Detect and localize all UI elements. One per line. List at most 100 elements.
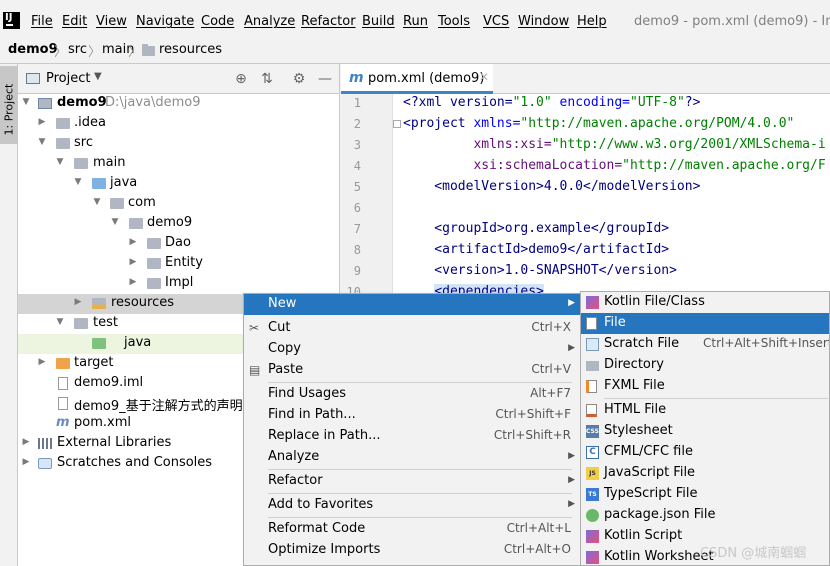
tree-label: com [128, 195, 156, 210]
chevron-right-icon[interactable]: ▶ [21, 437, 31, 447]
menu-item-paste[interactable]: ▤ Paste Ctrl+V [244, 360, 580, 381]
breadcrumb-item-src[interactable]: src [68, 42, 87, 57]
menu-build[interactable]: Build [362, 14, 395, 29]
chevron-down-icon[interactable]: ▼ [73, 177, 83, 187]
scissors-icon: ✂ [249, 321, 260, 335]
chevron-down-icon[interactable]: ▼ [37, 137, 47, 147]
menu-item-analyze[interactable]: Analyze ▶ [244, 447, 580, 468]
tree-row-impl[interactable]: ▶ Impl [18, 274, 339, 294]
submenu-item-javascript-file[interactable]: JS JavaScript File [581, 463, 829, 484]
chevron-down-icon[interactable]: ▼ [21, 97, 31, 107]
menu-refactor[interactable]: Refactor [301, 14, 356, 29]
kotlin-icon [586, 551, 599, 564]
chevron-right-icon[interactable]: ▶ [128, 257, 138, 267]
submenu-arrow-icon: ▶ [568, 475, 575, 485]
gear-icon[interactable]: ⚙ [290, 70, 308, 88]
tree-row-src[interactable]: ▼ src [18, 134, 339, 154]
close-icon[interactable]: ✕ [479, 70, 489, 84]
submenu-item-file[interactable]: File [581, 313, 829, 334]
tree-label: main [93, 155, 126, 170]
breadcrumb-item-demo9[interactable]: demo9 [8, 42, 58, 57]
menu-item-copy[interactable]: Copy ▶ [244, 339, 580, 360]
menu-item-find-usages[interactable]: Find Usages Alt+F7 [244, 384, 580, 405]
code-line-1[interactable]: <?xml version="1.0" encoding="UTF-8"?> [403, 95, 700, 110]
scratch-icon [38, 458, 52, 469]
tree-row-main[interactable]: ▼ main [18, 154, 339, 174]
tree-row-dao[interactable]: ▶ Dao [18, 234, 339, 254]
chevron-down-icon[interactable]: ▼ [92, 197, 102, 207]
chevron-down-icon[interactable]: ▼ [94, 71, 102, 82]
menu-edit[interactable]: Edit [62, 14, 87, 29]
submenu-item-package-json[interactable]: package.json File [581, 505, 829, 526]
menu-tools[interactable]: Tools [438, 14, 470, 29]
package-icon [129, 218, 143, 229]
menu-analyze[interactable]: Analyze [244, 14, 295, 29]
menu-item-reformat-code[interactable]: Reformat Code Ctrl+Alt+L [244, 519, 580, 540]
chevron-right-icon[interactable]: ▶ [21, 457, 31, 467]
menu-item-add-to-favorites[interactable]: Add to Favorites ▶ [244, 495, 580, 516]
menu-view[interactable]: View [96, 14, 127, 29]
hide-icon[interactable]: — [316, 70, 334, 88]
code-line-4[interactable]: xsi:schemaLocation="http://maven.apache.… [403, 158, 825, 173]
chevron-right-icon[interactable]: ▶ [128, 277, 138, 287]
scratch-file-icon [586, 338, 599, 351]
tree-row-demo9-package[interactable]: ▼ demo9 [18, 214, 339, 234]
collapse-all-icon[interactable]: ⇅ [258, 70, 276, 88]
submenu-item-fxml-file[interactable]: FXML File [581, 376, 829, 397]
resources-folder-icon [142, 44, 155, 56]
project-tool-tab[interactable]: 1: Project [0, 66, 18, 144]
submenu-item-html-file[interactable]: HTML File [581, 400, 829, 421]
menu-separator [268, 469, 572, 470]
breadcrumb-item-resources[interactable]: resources [159, 42, 222, 57]
submenu-arrow-icon: ▶ [568, 451, 575, 461]
code-line-8[interactable]: <artifactId>demo9</artifactId> [403, 242, 669, 257]
tree-row-java[interactable]: ▼ java [18, 174, 339, 194]
tree-row-com[interactable]: ▼ com [18, 194, 339, 214]
fold-icon[interactable] [393, 120, 401, 128]
chevron-right-icon[interactable]: ▶ [37, 357, 47, 367]
code-line-5[interactable]: <modelVersion>4.0.0</modelVersion> [403, 179, 700, 194]
menu-code[interactable]: Code [201, 14, 234, 29]
menu-item-replace-in-path[interactable]: Replace in Path... Ctrl+Shift+R [244, 426, 580, 447]
code-line-9[interactable]: <version>1.0-SNAPSHOT</version> [403, 263, 677, 278]
tree-row-entity[interactable]: ▶ Entity [18, 254, 339, 274]
tree-label: test [93, 315, 118, 330]
chevron-down-icon[interactable]: ▼ [55, 317, 65, 327]
code-line-2[interactable]: <project xmlns="http://maven.apache.org/… [403, 116, 794, 131]
tab-pom-xml[interactable]: m pom.xml (demo9) ✕ [341, 64, 493, 94]
menu-help[interactable]: Help [577, 14, 607, 29]
menu-vcs[interactable]: VCS [483, 14, 509, 29]
submenu-item-kotlin-file[interactable]: Kotlin File/Class [581, 292, 829, 313]
package-icon [110, 198, 124, 209]
menu-item-cut[interactable]: ✂ Cut Ctrl+X [244, 318, 580, 339]
resources-folder-icon [92, 298, 106, 309]
submenu-item-typescript-file[interactable]: TS TypeScript File [581, 484, 829, 505]
tree-row-idea[interactable]: ▶ .idea [18, 114, 339, 134]
menu-window[interactable]: Window [518, 14, 569, 29]
locate-icon[interactable]: ⊕ [232, 70, 250, 88]
chevron-right-icon[interactable]: ▶ [37, 117, 47, 127]
maven-icon: m [349, 70, 364, 86]
menu-navigate[interactable]: Navigate [136, 14, 194, 29]
code-line-3[interactable]: xmlns:xsi="http://www.w3.org/2001/XMLSch… [403, 137, 825, 152]
chevron-right-icon[interactable]: ▶ [73, 297, 83, 307]
menu-file[interactable]: File [31, 14, 53, 29]
code-line-7[interactable]: <groupId>org.example</groupId> [403, 221, 669, 236]
tree-label: src [74, 135, 93, 150]
chevron-down-icon[interactable]: ▼ [110, 217, 120, 227]
menu-item-new[interactable]: New ▶ [244, 294, 580, 315]
menu-separator [268, 517, 572, 518]
chevron-down-icon[interactable]: ▼ [55, 157, 65, 167]
submenu-item-cfml-file[interactable]: C CFML/CFC file [581, 442, 829, 463]
tree-row-demo9-module[interactable]: ▼ demo9 D:\java\demo9 [18, 94, 339, 114]
submenu-item-scratch-file[interactable]: Scratch File Ctrl+Alt+Shift+Insert [581, 334, 829, 355]
menu-item-find-in-path[interactable]: Find in Path... Ctrl+Shift+F [244, 405, 580, 426]
submenu-item-stylesheet[interactable]: CSS Stylesheet [581, 421, 829, 442]
menu-item-refactor[interactable]: Refactor ▶ [244, 471, 580, 492]
project-view-selector[interactable]: Project [46, 71, 90, 86]
submenu-item-directory[interactable]: Directory [581, 355, 829, 376]
chevron-right-icon[interactable]: ▶ [128, 237, 138, 247]
menu-item-optimize-imports[interactable]: Optimize Imports Ctrl+Alt+O [244, 540, 580, 561]
test-source-folder-icon [92, 338, 106, 349]
menu-run[interactable]: Run [403, 14, 428, 29]
